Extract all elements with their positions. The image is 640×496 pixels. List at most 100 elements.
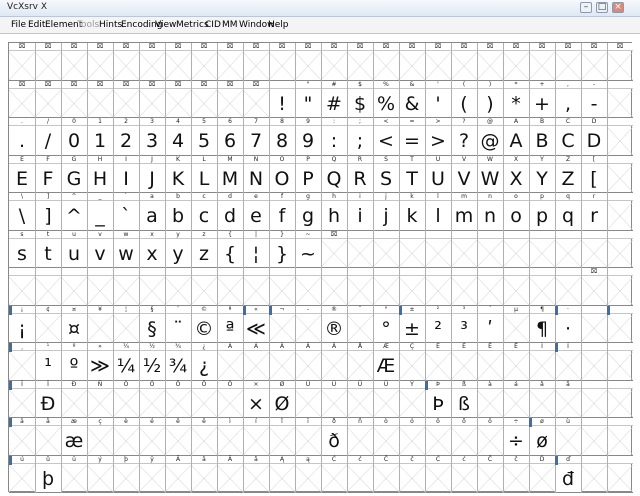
glyph-cell[interactable]: Y	[529, 164, 555, 193]
glyph-cell[interactable]: æ	[61, 427, 87, 456]
glyph-cell[interactable]	[399, 389, 425, 418]
glyph-cell[interactable]	[61, 389, 87, 418]
glyph-cell[interactable]: ≫	[87, 352, 113, 381]
glyph-cell[interactable]	[35, 89, 61, 118]
glyph-cell[interactable]	[113, 314, 139, 343]
glyph-cell[interactable]: (	[451, 89, 477, 118]
glyph-cell[interactable]	[113, 277, 139, 306]
glyph-cell[interactable]: ¿	[191, 352, 217, 381]
glyph-cell[interactable]	[607, 389, 633, 418]
glyph-cell[interactable]	[113, 389, 139, 418]
glyph-cell[interactable]	[35, 427, 61, 456]
glyph-cell[interactable]: ;	[347, 127, 373, 156]
glyph-cell[interactable]: i	[347, 202, 373, 231]
glyph-cell[interactable]: ~	[295, 239, 321, 268]
glyph-cell[interactable]: ©	[191, 314, 217, 343]
glyph-cell[interactable]: ,	[555, 89, 581, 118]
glyph-cell[interactable]	[399, 52, 425, 81]
glyph-cell[interactable]: 4	[165, 127, 191, 156]
glyph-cell[interactable]: I	[113, 164, 139, 193]
glyph-cell[interactable]: c	[191, 202, 217, 231]
glyph-cell[interactable]	[529, 52, 555, 81]
glyph-cell[interactable]	[373, 389, 399, 418]
glyph-cell[interactable]	[503, 464, 529, 493]
glyph-cell[interactable]: a	[139, 202, 165, 231]
glyph-cell[interactable]: R	[347, 164, 373, 193]
glyph-cell[interactable]	[373, 52, 399, 81]
glyph-cell[interactable]	[607, 464, 633, 493]
glyph-cell[interactable]: \	[9, 202, 35, 231]
glyph-cell[interactable]	[555, 52, 581, 81]
glyph-cell[interactable]: L	[191, 164, 217, 193]
glyph-cell[interactable]	[269, 464, 295, 493]
glyph-cell[interactable]	[191, 52, 217, 81]
glyph-cell[interactable]	[295, 277, 321, 306]
glyph-cell[interactable]	[529, 352, 555, 381]
glyph-cell[interactable]	[503, 314, 529, 343]
glyph-cell[interactable]: ]	[35, 202, 61, 231]
glyph-cell[interactable]	[399, 239, 425, 268]
glyph-cell[interactable]: ¤	[61, 314, 87, 343]
glyph-cell[interactable]: Þ	[425, 389, 451, 418]
glyph-cell[interactable]	[243, 352, 269, 381]
glyph-cell[interactable]: ?	[451, 127, 477, 156]
glyph-cell[interactable]: ¹	[35, 352, 61, 381]
glyph-cell[interactable]: b	[165, 202, 191, 231]
glyph-cell[interactable]	[217, 89, 243, 118]
glyph-cell[interactable]	[217, 277, 243, 306]
glyph-cell[interactable]	[35, 52, 61, 81]
glyph-cell[interactable]	[425, 277, 451, 306]
glyph-cell[interactable]	[607, 164, 633, 193]
glyph-cell[interactable]: C	[555, 127, 581, 156]
glyph-cell[interactable]	[295, 352, 321, 381]
glyph-cell[interactable]: ®	[321, 314, 347, 343]
glyph-cell[interactable]	[425, 427, 451, 456]
glyph-cell[interactable]	[87, 464, 113, 493]
glyph-cell[interactable]	[9, 464, 35, 493]
glyph-cell[interactable]: _	[87, 202, 113, 231]
glyph-cell[interactable]	[373, 464, 399, 493]
glyph-cell[interactable]	[477, 352, 503, 381]
glyph-cell[interactable]: T	[399, 164, 425, 193]
glyph-cell[interactable]: M	[217, 164, 243, 193]
glyph-cell[interactable]	[35, 277, 61, 306]
glyph-cell[interactable]: '	[425, 89, 451, 118]
glyph-cell[interactable]: e	[243, 202, 269, 231]
glyph-cell[interactable]: đ	[555, 464, 581, 493]
glyph-cell[interactable]: t	[35, 239, 61, 268]
glyph-cell[interactable]: h	[321, 202, 347, 231]
glyph-cell[interactable]: ½	[139, 352, 165, 381]
glyph-cell[interactable]	[9, 52, 35, 81]
glyph-cell[interactable]	[61, 89, 87, 118]
glyph-cell[interactable]: 6	[217, 127, 243, 156]
glyph-cell[interactable]: o	[503, 202, 529, 231]
glyph-cell[interactable]	[581, 352, 607, 381]
glyph-cell[interactable]	[217, 389, 243, 418]
glyph-cell[interactable]: ≪	[243, 314, 269, 343]
glyph-cell[interactable]	[113, 52, 139, 81]
glyph-cell[interactable]: )	[477, 89, 503, 118]
glyph-cell[interactable]	[165, 52, 191, 81]
glyph-cell[interactable]: J	[139, 164, 165, 193]
glyph-cell[interactable]: ß	[451, 389, 477, 418]
glyph-cell[interactable]	[451, 427, 477, 456]
glyph-cell[interactable]	[477, 389, 503, 418]
glyph-cell[interactable]: u	[61, 239, 87, 268]
glyph-cell[interactable]: §	[139, 314, 165, 343]
minimize-button[interactable]: –	[580, 2, 592, 13]
glyph-cell[interactable]	[451, 352, 477, 381]
glyph-cell[interactable]	[451, 52, 477, 81]
glyph-cell[interactable]	[373, 239, 399, 268]
glyph-cell[interactable]	[61, 464, 87, 493]
glyph-cell[interactable]	[9, 277, 35, 306]
glyph-cell[interactable]: w	[113, 239, 139, 268]
glyph-cell[interactable]: ³	[451, 314, 477, 343]
glyph-cell[interactable]: ×	[243, 389, 269, 418]
glyph-cell[interactable]	[295, 427, 321, 456]
glyph-cell[interactable]	[607, 52, 633, 81]
glyph-cell[interactable]	[61, 277, 87, 306]
glyph-cell[interactable]: ¶	[529, 314, 555, 343]
glyph-cell[interactable]: <	[373, 127, 399, 156]
glyph-cell[interactable]	[191, 427, 217, 456]
glyph-cell[interactable]: >	[425, 127, 451, 156]
